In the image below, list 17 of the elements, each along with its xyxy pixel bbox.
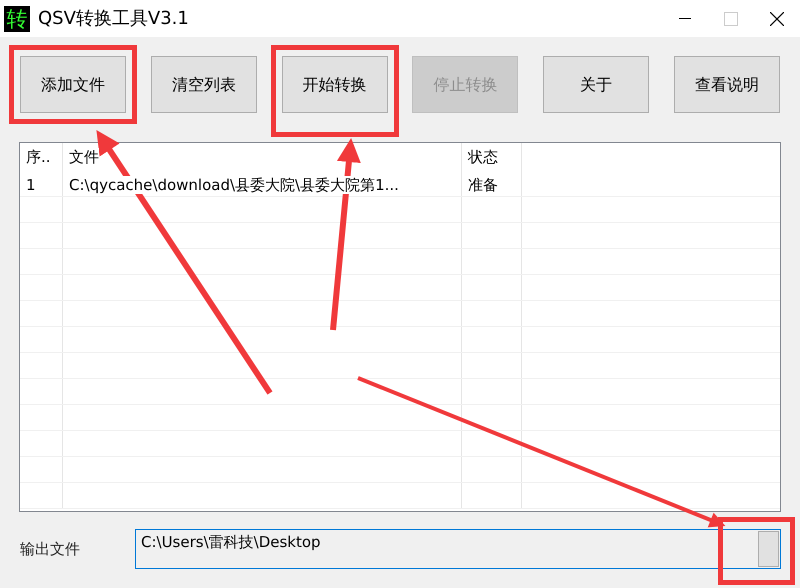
file-list[interactable]: 序.. 文件 状态 1 C:\qycache\download\县委大院\县委大院第1... 准备 [19, 142, 781, 512]
column-header[interactable]: 状态 [468, 148, 498, 166]
window-title: QSV转换工具V3.1 [38, 7, 189, 31]
minimize-icon[interactable] [679, 18, 691, 20]
toolbar-button[interactable]: 添加文件 [20, 56, 126, 113]
app-icon: 转 [4, 6, 30, 32]
toolbar-button[interactable]: 关于 [543, 56, 650, 113]
close-icon[interactable] [770, 12, 784, 26]
toolbar-button[interactable]: 清空列表 [150, 56, 257, 113]
output-label: 输出文件 [20, 538, 81, 560]
column-header[interactable]: 文件 [69, 148, 99, 166]
table-cell: 准备 [468, 176, 498, 194]
column-header[interactable]: 序.. [26, 148, 51, 166]
toolbar-button[interactable]: 开始转换 [282, 56, 388, 113]
output-field[interactable]: C:\Users\雷科技\Desktop [135, 529, 781, 569]
toolbar-button[interactable]: 查看说明 [674, 56, 780, 113]
table-cell: C:\qycache\download\县委大院\县委大院第1... [69, 176, 399, 194]
